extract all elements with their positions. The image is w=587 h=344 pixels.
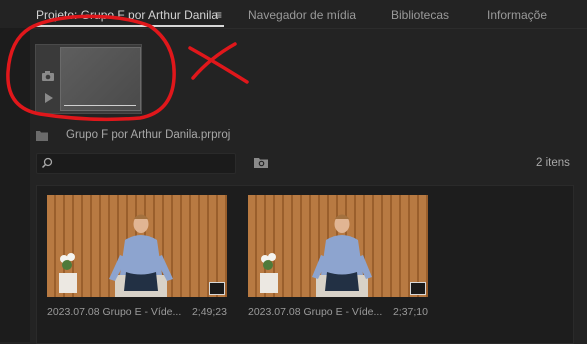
tab-info[interactable]: Informaçõe: [487, 8, 547, 22]
clip-card[interactable]: 2023.07.08 Grupo E - Víde... 2;49;23: [47, 195, 227, 325]
clip-thumbnail[interactable]: [47, 195, 227, 297]
clip-title: 2023.07.08 Grupo E - Víde...: [47, 306, 182, 318]
search-icon: [41, 157, 53, 169]
item-count: 2 itens: [536, 157, 570, 169]
folder-icon: [36, 131, 48, 141]
presenter-illustration: [248, 195, 428, 297]
clip-type-icon: [209, 282, 225, 295]
clip-type-icon: [410, 282, 426, 295]
preview-scrub-bar[interactable]: [64, 105, 136, 106]
search-input[interactable]: [36, 153, 236, 174]
clip-title: 2023.07.08 Grupo E - Víde...: [248, 306, 383, 318]
clip-thumbnail[interactable]: [248, 195, 428, 297]
camera-icon[interactable]: [41, 69, 55, 83]
clip-card[interactable]: 2023.07.08 Grupo E - Víde... 2;37;10: [248, 195, 428, 325]
tab-project[interactable]: Projeto: Grupo F por Arthur Danila: [36, 8, 218, 22]
panel-tab-bar: Projeto: Grupo F por Arthur Danila ≡ Nav…: [0, 0, 587, 29]
preview-thumbnail: [60, 47, 141, 111]
clip-duration: 2;49;23: [191, 306, 227, 318]
panel-left-strip: [0, 28, 30, 342]
cross-annotation-stroke-1: [188, 46, 249, 84]
menu-icon[interactable]: ≡: [215, 8, 222, 22]
tab-libraries[interactable]: Bibliotecas: [391, 8, 449, 22]
presenter-illustration: [47, 195, 227, 297]
project-preview-area[interactable]: [35, 44, 142, 114]
tab-media-browser[interactable]: Navegador de mídia: [248, 8, 356, 22]
cross-annotation-stroke-2: [191, 42, 237, 80]
play-icon[interactable]: [41, 91, 55, 105]
project-filename: Grupo F por Arthur Danila.prproj: [66, 129, 231, 141]
new-bin-icon[interactable]: [253, 156, 269, 169]
project-items-grid: 2023.07.08 Grupo E - Víde... 2;49;23 202…: [36, 185, 574, 344]
clip-duration: 2;37;10: [392, 306, 428, 318]
project-file-row: Grupo F por Arthur Danila.prproj: [35, 128, 335, 144]
active-tab-indicator: [34, 25, 224, 27]
